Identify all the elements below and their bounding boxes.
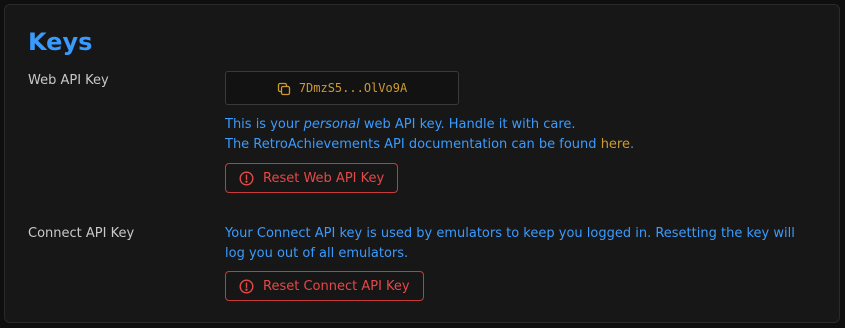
- alert-circle-icon: [239, 170, 254, 186]
- keys-panel: Keys Web API Key 7DmzS5...OlVo9A This is…: [4, 4, 840, 323]
- web-api-desc-line-1: This is your personal web API key. Handl…: [225, 115, 634, 135]
- web-api-desc-line-2: The RetroAchievements API documentation …: [225, 135, 634, 155]
- web-api-key-copy-button[interactable]: 7DmzS5...OlVo9A: [225, 71, 459, 105]
- alert-circle-icon: [239, 278, 254, 294]
- desc-text: web API key. Handle it with care.: [359, 117, 576, 132]
- connect-api-key-label: Connect API Key: [28, 226, 135, 241]
- reset-connect-api-key-label: Reset Connect API Key: [263, 278, 410, 294]
- connect-api-key-description: Your Connect API key is used by emulator…: [225, 224, 795, 264]
- desc-text: This is your: [225, 117, 304, 132]
- reset-web-api-key-button[interactable]: Reset Web API Key: [225, 163, 399, 193]
- api-docs-link[interactable]: here: [601, 137, 630, 152]
- section-title: Keys: [28, 28, 93, 56]
- desc-text: .: [629, 137, 635, 152]
- web-api-key-description: This is your personal web API key. Handl…: [225, 115, 634, 155]
- reset-connect-api-key-button[interactable]: Reset Connect API Key: [225, 271, 424, 301]
- connect-api-desc-line-2: log you out of all emulators.: [225, 246, 409, 261]
- connect-api-desc-line-1: Your Connect API key is used by emulator…: [225, 226, 795, 241]
- web-api-key-label: Web API Key: [28, 73, 109, 88]
- desc-text: The RetroAchievements API documentation …: [225, 137, 601, 152]
- copy-icon: [277, 81, 291, 96]
- reset-web-api-key-label: Reset Web API Key: [263, 170, 385, 186]
- web-api-key-value: 7DmzS5...OlVo9A: [298, 81, 408, 95]
- desc-emphasis: personal: [303, 117, 360, 132]
